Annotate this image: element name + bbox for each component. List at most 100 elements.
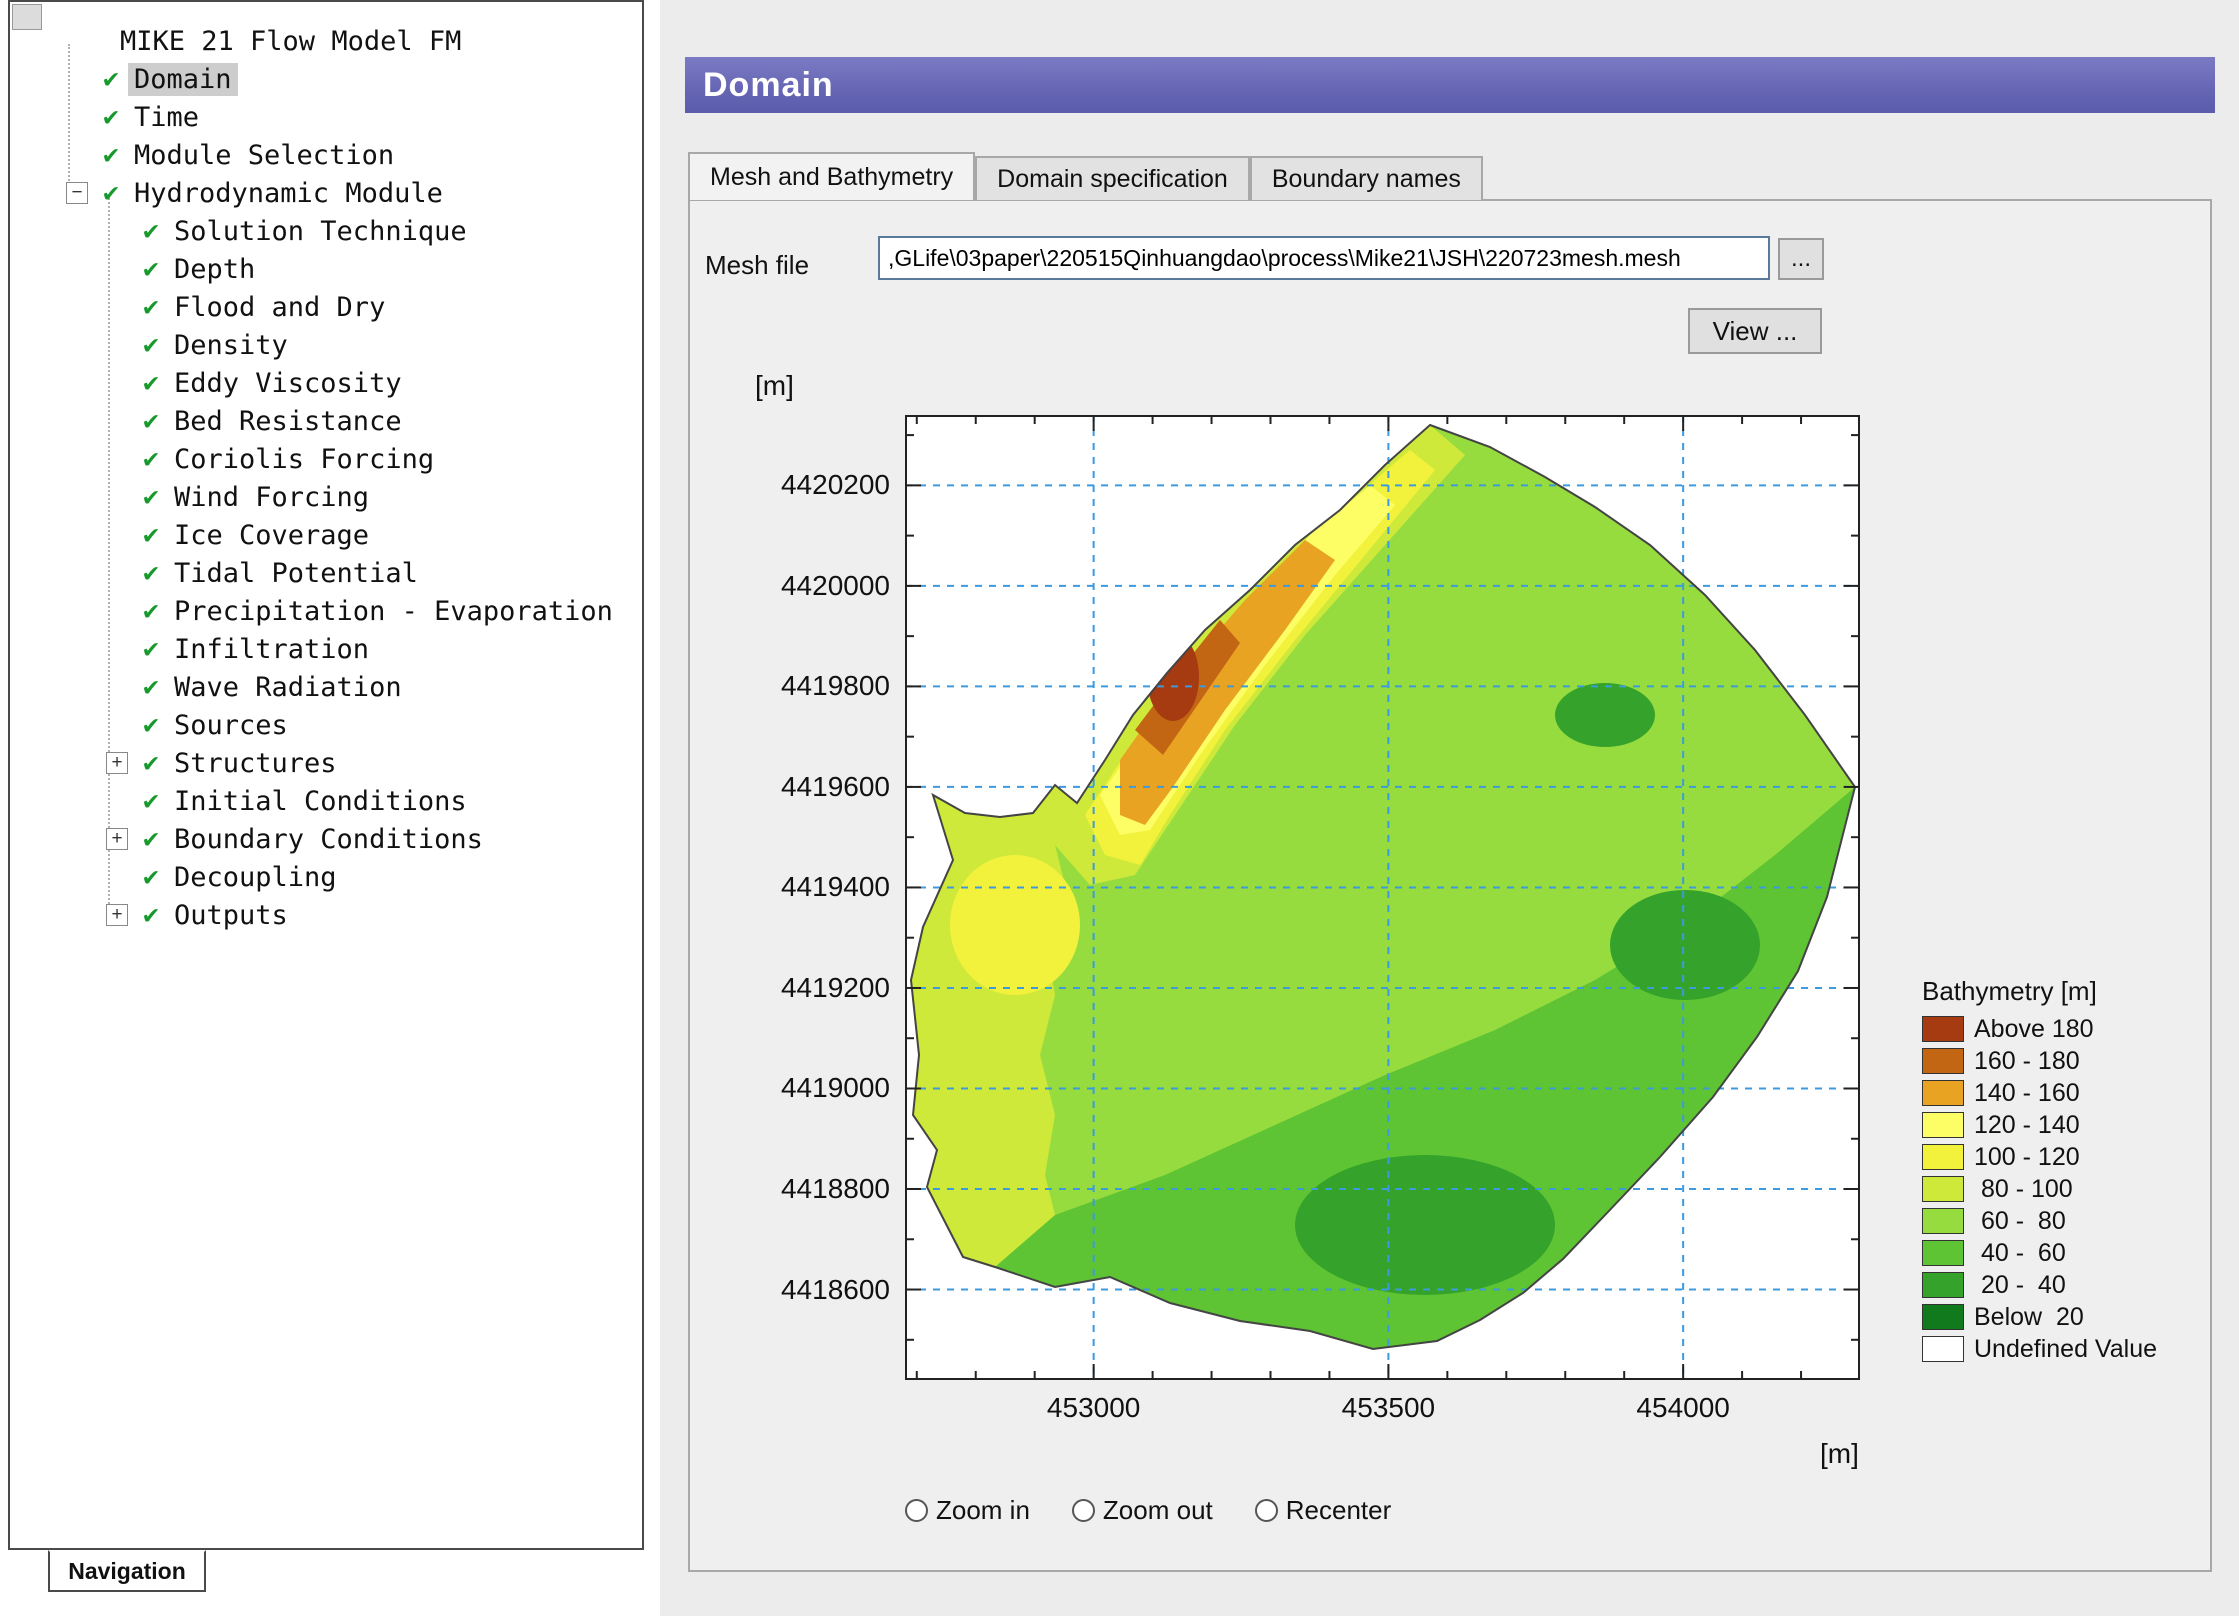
legend-swatch [1922, 1304, 1964, 1330]
bathymetry-map[interactable] [905, 415, 1860, 1380]
view-button[interactable]: View ... [1688, 308, 1822, 354]
tree-item-label: Wave Radiation [168, 671, 408, 704]
legend-label: Above 180 [1974, 1015, 2094, 1044]
legend-label: 20 - 40 [1974, 1271, 2066, 1300]
tree-item-ice-coverage[interactable]: ✔Ice Coverage [16, 516, 638, 554]
tree-item-label: Infiltration [168, 633, 375, 666]
tree-item-label: Wind Forcing [168, 481, 375, 514]
tree-item-module-selection[interactable]: ✔Module Selection [16, 136, 638, 174]
bathymetry-plot[interactable] [905, 415, 1860, 1380]
plus-expander-icon[interactable]: + [106, 828, 128, 850]
tree-item-eddy-viscosity[interactable]: ✔Eddy Viscosity [16, 364, 638, 402]
tree-item-domain[interactable]: ✔Domain [16, 60, 638, 98]
tree-item-coriolis-forcing[interactable]: ✔Coriolis Forcing [16, 440, 638, 478]
y-tick-label: 4418800 [740, 1173, 890, 1205]
tree-item-label: Outputs [168, 899, 294, 932]
legend-label: 80 - 100 [1974, 1175, 2073, 1204]
radio-circle-icon[interactable] [1255, 1499, 1278, 1522]
mesh-file-input[interactable] [878, 236, 1770, 280]
plot-tool-radios: Zoom in Zoom out Recenter [905, 1495, 1433, 1526]
check-icon: ✔ [134, 672, 168, 702]
radio-zoom-out[interactable]: Zoom out [1072, 1495, 1213, 1526]
legend-entry-40-60: 40 - 60 [1922, 1237, 2157, 1269]
radio-label: Recenter [1286, 1495, 1392, 1526]
tab-bar: Mesh and BathymetryDomain specificationB… [688, 152, 1483, 200]
minus-expander-icon[interactable]: − [66, 182, 88, 204]
page-title: Domain [685, 66, 834, 105]
check-icon: ✔ [94, 102, 128, 132]
plus-expander-icon[interactable]: + [106, 752, 128, 774]
tree-item-sources[interactable]: ✔Sources [16, 706, 638, 744]
check-icon: ✔ [134, 216, 168, 246]
check-icon: ✔ [134, 292, 168, 322]
check-icon: ✔ [134, 596, 168, 626]
browse-button-label: ... [1791, 245, 1811, 273]
tree-item-decoupling[interactable]: ✔Decoupling [16, 858, 638, 896]
check-icon: ✔ [94, 140, 128, 170]
bathymetry-legend: Bathymetry [m] Above 180160 - 180140 - 1… [1922, 976, 2157, 1365]
check-icon: ✔ [134, 748, 168, 778]
tree-item-label: MIKE 21 Flow Model FM [114, 25, 467, 58]
tree-item-density[interactable]: ✔Density [16, 326, 638, 364]
tree-item-time[interactable]: ✔Time [16, 98, 638, 136]
tree-item-label: Sources [168, 709, 294, 742]
radio-circle-icon[interactable] [1072, 1499, 1095, 1522]
tree-item-label: Flood and Dry [168, 291, 391, 324]
plus-expander-icon[interactable]: + [106, 904, 128, 926]
legend-swatch [1922, 1176, 1964, 1202]
radio-zoom-in[interactable]: Zoom in [905, 1495, 1030, 1526]
legend-label: 60 - 80 [1974, 1207, 2066, 1236]
tree-item-mike-21-flow-model-fm[interactable]: MIKE 21 Flow Model FM [16, 22, 638, 60]
tree-item-wind-forcing[interactable]: ✔Wind Forcing [16, 478, 638, 516]
legend-label: 120 - 140 [1974, 1111, 2080, 1140]
tree-item-bed-resistance[interactable]: ✔Bed Resistance [16, 402, 638, 440]
tree-item-initial-conditions[interactable]: ✔Initial Conditions [16, 782, 638, 820]
check-icon: ✔ [134, 710, 168, 740]
tree-item-solution-technique[interactable]: ✔Solution Technique [16, 212, 638, 250]
check-icon: ✔ [134, 368, 168, 398]
legend-label: 160 - 180 [1974, 1047, 2080, 1076]
check-icon: ✔ [134, 862, 168, 892]
tree-item-flood-and-dry[interactable]: ✔Flood and Dry [16, 288, 638, 326]
tree-item-label: Density [168, 329, 294, 362]
check-icon: ✔ [94, 64, 128, 94]
tree-item-hydrodynamic-module[interactable]: −✔Hydrodynamic Module [16, 174, 638, 212]
check-icon: ✔ [134, 634, 168, 664]
check-icon: ✔ [134, 330, 168, 360]
legend-entry-undefined-value: Undefined Value [1922, 1333, 2157, 1365]
tab-mesh-and-bathymetry[interactable]: Mesh and Bathymetry [688, 152, 975, 200]
tree-item-wave-radiation[interactable]: ✔Wave Radiation [16, 668, 638, 706]
tree-item-label: Structures [168, 747, 343, 780]
tree-item-label: Tidal Potential [168, 557, 424, 590]
tree-item-precipitation-evaporation[interactable]: ✔Precipitation - Evaporation [16, 592, 638, 630]
tree-item-outputs[interactable]: +✔Outputs [16, 896, 638, 934]
radio-recenter[interactable]: Recenter [1255, 1495, 1392, 1526]
y-tick-label: 4418600 [740, 1274, 890, 1306]
browse-button[interactable]: ... [1778, 238, 1824, 280]
legend-swatch [1922, 1080, 1964, 1106]
legend-swatch [1922, 1048, 1964, 1074]
tab-boundary-names[interactable]: Boundary names [1250, 156, 1483, 200]
tree-item-label: Solution Technique [168, 215, 473, 248]
tree-item-label: Module Selection [128, 139, 400, 172]
tree-item-structures[interactable]: + ✔Structures [16, 744, 638, 782]
tree-item-label: Domain [128, 63, 238, 96]
radio-label: Zoom in [936, 1495, 1030, 1526]
tree-item-label: Eddy Viscosity [168, 367, 408, 400]
legend-entry-80-100: 80 - 100 [1922, 1173, 2157, 1205]
legend-entry-60-80: 60 - 80 [1922, 1205, 2157, 1237]
tree-item-infiltration[interactable]: ✔Infiltration [16, 630, 638, 668]
tree-item-boundary-conditions[interactable]: +✔Boundary Conditions [16, 820, 638, 858]
y-tick-label: 4419400 [740, 871, 890, 903]
tab-domain-specification[interactable]: Domain specification [975, 156, 1250, 200]
radio-circle-icon[interactable] [905, 1499, 928, 1522]
x-tick-label: 453000 [1047, 1392, 1140, 1424]
legend-entry-140-160: 140 - 160 [1922, 1077, 2157, 1109]
tree-item-tidal-potential[interactable]: ✔Tidal Potential [16, 554, 638, 592]
tree-item-label: Decoupling [168, 861, 343, 894]
legend-swatch [1922, 1240, 1964, 1266]
navigation-bottom-tab[interactable]: Navigation [48, 1550, 206, 1592]
tree-item-depth[interactable]: ✔Depth [16, 250, 638, 288]
legend-entry-20-40: 20 - 40 [1922, 1269, 2157, 1301]
x-axis-unit-label: [m] [1820, 1438, 1859, 1470]
